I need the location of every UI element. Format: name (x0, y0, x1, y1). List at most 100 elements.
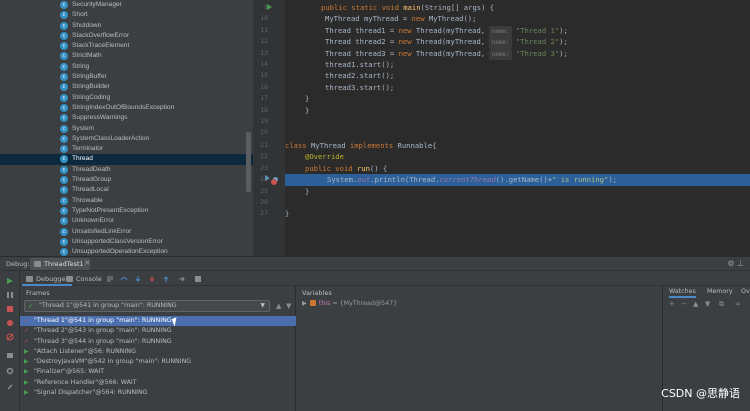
class-icon: c (60, 237, 68, 246)
override-marker-icon[interactable] (265, 175, 270, 181)
code-line-24-current: System.out.println(Thread.currentThread(… (285, 174, 750, 186)
tree-item-label: Short (72, 11, 88, 19)
thread-row[interactable]: ✓ "Thread 1"@541 in group "main": RUNNING (20, 316, 296, 327)
thread-row[interactable]: ▶ "Attach Listener"@56: RUNNING (20, 347, 296, 357)
rerun-icon[interactable] (6, 277, 14, 285)
thread-running-icon: ▶ (24, 389, 29, 397)
line-number: 21 (260, 141, 268, 149)
tab-overhead[interactable]: Ov (741, 286, 750, 298)
code-line-23: public void run() { (305, 163, 388, 173)
tree-item[interactable]: c StringBuffer (0, 72, 253, 82)
pin-icon[interactable] (6, 383, 14, 391)
tree-item-label: SecurityManager (72, 1, 122, 8)
tree-item-label: System (72, 124, 94, 132)
run-config-tab[interactable]: ThreadTest1 (30, 258, 90, 270)
run-main-icon[interactable] (267, 4, 272, 10)
tree-item[interactable]: c StringBuilder (0, 82, 253, 92)
tree-item[interactable]: c ThreadGroup (0, 175, 253, 185)
evaluate-expression-icon[interactable] (194, 275, 202, 283)
step-over-icon[interactable] (120, 275, 128, 283)
panel-settings-icon[interactable]: ⚙ ⊥ (727, 259, 744, 268)
duplicate-icon[interactable]: ⧉ (719, 300, 724, 309)
step-into-icon[interactable] (134, 275, 142, 283)
thread-label: "Signal Dispatcher"@564: RUNNING (34, 389, 148, 397)
mute-breakpoints-icon[interactable] (6, 333, 14, 341)
class-icon: c (60, 93, 68, 102)
code-line-9: public static void main(String[] args) { (321, 3, 495, 12)
class-icon: c (60, 114, 68, 123)
resume-icon[interactable] (6, 291, 14, 299)
thread-row[interactable]: ▶ "Finalizer"@565: WAIT (20, 367, 296, 377)
stop-icon[interactable] (6, 305, 14, 313)
class-icon: c (60, 186, 68, 195)
tree-item[interactable]: c SecurityManager (0, 0, 253, 10)
tree-item[interactable]: c UnsupportedClassVersionError (0, 237, 253, 247)
project-tree[interactable]: c SecurityManager c Short c Shutdown c StackOve… (0, 0, 253, 256)
move-up-icon[interactable]: ▲ (693, 300, 698, 308)
thread-row[interactable]: ▶ "Reference Handler"@566: WAIT (20, 378, 296, 388)
tab-console[interactable]: Console (62, 272, 106, 286)
close-tab-icon[interactable]: × (84, 258, 91, 267)
variable-row[interactable]: ▶ this = {MyThread@547} (302, 300, 397, 307)
tree-item[interactable]: c SuppressWarnings (0, 113, 253, 123)
line-number: 18 (260, 105, 268, 114)
tree-item[interactable]: c Shutdown (0, 21, 253, 31)
thread-row[interactable]: ✓ "Thread 3"@544 in group "main": RUNNING (20, 337, 296, 347)
run-to-cursor-icon[interactable] (178, 275, 186, 283)
check-icon: ✓ (28, 302, 34, 310)
line-number: 25 (260, 186, 268, 195)
field-icon (309, 300, 316, 306)
frames-up-icon[interactable]: ▲ (276, 302, 281, 310)
tree-item[interactable]: c Terminator (0, 144, 253, 154)
tree-item[interactable]: c Thread (0, 154, 253, 165)
tree-item[interactable]: c ThreadDeath (0, 165, 253, 175)
thread-label: "Reference Handler"@566: WAIT (34, 378, 137, 386)
show-execution-point-icon[interactable] (106, 275, 114, 283)
tree-item-label: StackOverflowError (72, 31, 130, 39)
force-step-into-icon[interactable] (148, 275, 156, 283)
code-editor[interactable]: 9 10 11 12 13 14 15 16 17 18 19 20 21 22 23 24 25 26 27 pu… (253, 0, 750, 256)
thread-row[interactable]: ✓ "Thread 2"@543 in group "main": RUNNING (20, 326, 296, 336)
tree-item[interactable]: c System (0, 124, 253, 134)
tree-item-label: Shutdown (72, 21, 102, 29)
tree-item[interactable]: c Short (0, 10, 253, 20)
tree-item[interactable]: c UnknownError (0, 216, 253, 226)
camera-icon[interactable] (6, 351, 14, 359)
step-out-icon[interactable] (162, 275, 170, 283)
tree-item[interactable]: c StrictMath (0, 51, 253, 61)
class-icon: c (60, 1, 68, 9)
tree-item[interactable]: c StackTraceElement (0, 41, 253, 51)
code-line-22: @Override (305, 152, 344, 162)
code-line-18: } (305, 105, 310, 115)
glasses-icon[interactable]: ∞ (735, 300, 741, 308)
tab-watches[interactable]: Watches (669, 286, 696, 298)
remove-watch-icon[interactable]: − (681, 300, 687, 308)
tree-item[interactable]: c Throwable (0, 196, 253, 206)
view-breakpoints-icon[interactable] (6, 319, 14, 327)
move-down-icon[interactable]: ▼ (705, 300, 710, 308)
tree-item[interactable]: c String (0, 62, 253, 72)
thread-selector[interactable]: ✓ "Thread 1"@541 in group "main": RUNNIN… (24, 300, 270, 312)
tab-memory[interactable]: Memory (707, 286, 733, 298)
tree-item[interactable]: c StringCoding (0, 93, 253, 103)
thread-row[interactable]: ▶ "DestroyJavaVM"@542 in group "main": RU… (20, 357, 296, 367)
breakpoint-icon[interactable] (271, 179, 277, 185)
thread-row[interactable]: ▶ "Signal Dispatcher"@564: RUNNING (20, 388, 296, 398)
tree-item[interactable]: c UnsatisfiedLinkError (0, 227, 253, 237)
add-watch-icon[interactable]: + (669, 300, 675, 308)
tree-item[interactable]: c StringIndexOutOfBoundsException (0, 103, 253, 113)
tree-item[interactable]: c StackOverflowError (0, 31, 253, 41)
code-line-21: class MyThread implements Runnable{ (285, 141, 437, 150)
code-line-12: Thread thread2 = new Thread(myThread, na… (325, 36, 568, 49)
tree-item[interactable]: c TypeNotPresentException (0, 206, 253, 216)
class-icon: c (60, 155, 68, 164)
frames-down-icon[interactable]: ▼ (286, 302, 291, 310)
tree-item[interactable]: c UnsupportedOperationException (0, 247, 253, 256)
tree-item[interactable]: c ThreadLocal (0, 185, 253, 195)
expand-icon[interactable]: ▶ (302, 300, 307, 307)
settings-icon[interactable] (6, 367, 14, 375)
class-icon: c (60, 206, 68, 215)
class-icon: c (60, 62, 68, 71)
tree-item[interactable]: c SystemClassLoaderAction (0, 134, 253, 144)
tree-scrollbar[interactable] (246, 132, 251, 192)
